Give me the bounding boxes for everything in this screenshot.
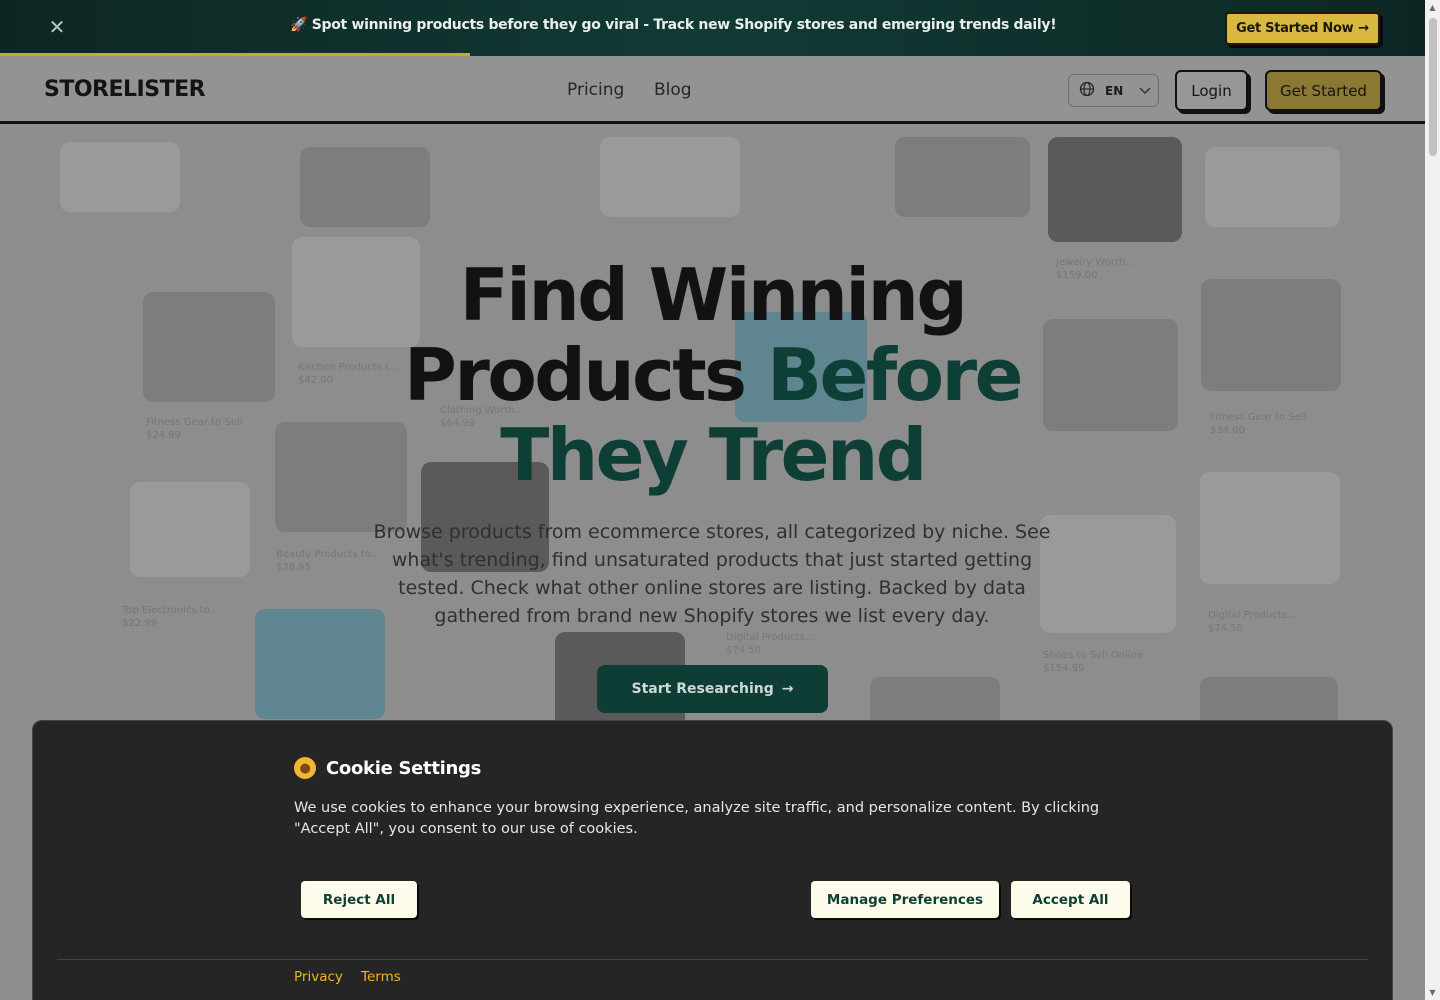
cookie-title: ● Cookie Settings (294, 757, 481, 779)
headline-line-3: They Trend (500, 413, 927, 497)
product-card-caption: Digital Products... (1208, 610, 1297, 621)
product-card-price: $38.95 (276, 562, 311, 573)
product-card-caption: Shoes to Sell Online (1043, 650, 1144, 661)
language-label: EN (1105, 83, 1124, 98)
product-card-price: $74.50 (726, 645, 761, 656)
hero-headline: Find Winning Products Before They Trend (0, 255, 1425, 495)
cookie-settings-panel: ● Cookie Settings We use cookies to enha… (32, 720, 1393, 1000)
scrollbar-thumb[interactable] (1429, 18, 1437, 156)
announcement-bar: ✕ 🚀 Spot winning products before they go… (0, 0, 1425, 56)
headline-line-2: Products Before (0, 335, 1425, 415)
product-card-image (60, 142, 180, 212)
terms-link[interactable]: Terms (361, 969, 401, 985)
scroll-up-icon[interactable]: ▲ (1427, 3, 1438, 12)
product-card-image (255, 609, 385, 719)
manage-preferences-button[interactable]: Manage Preferences (811, 881, 999, 918)
product-card-price: $22.99 (122, 618, 157, 629)
accept-all-button[interactable]: Accept All (1011, 881, 1130, 918)
get-started-now-label: Get Started Now (1236, 21, 1354, 36)
cookie-title-text: Cookie Settings (326, 757, 482, 779)
get-started-now-button[interactable]: Get Started Now → (1225, 12, 1380, 45)
privacy-link[interactable]: Privacy (294, 969, 343, 985)
reject-all-button[interactable]: Reject All (301, 881, 417, 918)
product-card-image (1205, 147, 1340, 227)
product-card-caption: Top Electronics to... (122, 605, 220, 616)
close-icon[interactable]: ✕ (46, 16, 68, 38)
product-card-caption: Digital Products... (726, 632, 815, 643)
product-card-caption: Beauty Products to... (276, 549, 381, 560)
product-card-image (600, 137, 740, 217)
product-card-image (895, 137, 1030, 217)
product-card-price: $154.99 (1043, 663, 1085, 674)
cookie-divider (57, 959, 1368, 960)
brand-logo[interactable]: STORELISTER (44, 77, 206, 102)
product-card-image (1048, 137, 1182, 242)
cookie-icon: ● (294, 757, 316, 779)
start-researching-label: Start Researching (631, 681, 774, 697)
top-nav: STORELISTER Pricing Blog EN Login Get St… (0, 56, 1425, 124)
product-card-price: $74.50 (1208, 623, 1243, 634)
headline-accent: Before (767, 333, 1023, 417)
language-selector[interactable]: EN (1068, 74, 1159, 107)
product-card-image (300, 147, 430, 227)
arrow-right-icon: → (781, 681, 794, 697)
get-started-button[interactable]: Get Started (1265, 70, 1382, 111)
product-card-image (130, 482, 250, 577)
start-researching-button[interactable]: Start Researching → (597, 665, 828, 713)
arrow-right-icon: → (1358, 21, 1369, 36)
headline-line-1: Find Winning (459, 253, 968, 337)
nav-link-blog[interactable]: Blog (654, 80, 692, 100)
product-card-image (1040, 515, 1176, 633)
headline-plain: Products (404, 333, 768, 417)
scroll-down-icon[interactable]: ▼ (1427, 988, 1438, 997)
announcement-message: 🚀 Spot winning products before they go v… (290, 17, 1057, 33)
hero-subtitle: Browse products from ecommerce stores, a… (373, 521, 1051, 627)
chevron-down-icon (1139, 84, 1151, 98)
nav-link-pricing[interactable]: Pricing (567, 80, 624, 100)
login-button[interactable]: Login (1175, 70, 1248, 111)
globe-icon (1079, 81, 1095, 100)
cookie-description: We use cookies to enhance your browsing … (294, 800, 1100, 837)
